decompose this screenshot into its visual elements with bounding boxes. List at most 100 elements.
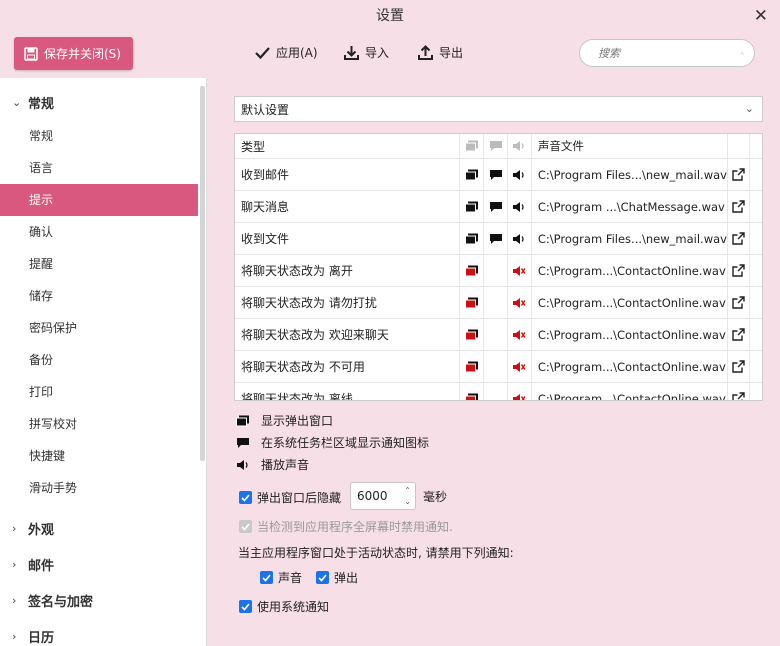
sidebar-group-label: 签名与加密 xyxy=(28,594,94,610)
active-window-label: 当主应用程序窗口处于活动状态时, 请禁用下列通知: xyxy=(238,546,514,560)
checkbox-checked-icon[interactable] xyxy=(316,571,329,584)
row-spacer xyxy=(750,287,762,318)
tray-message-icon[interactable] xyxy=(484,223,508,254)
export-button[interactable]: 导出 xyxy=(418,44,463,61)
sidebar-item-reminders[interactable]: 提醒 xyxy=(0,248,198,280)
popup-window-icon[interactable] xyxy=(460,191,485,222)
table-row[interactable]: 将聊天状态改为 离开 C:\Program...\ContactOnline.wa… xyxy=(235,255,762,287)
legend-tray-label: 在系统任务栏区域显示通知图标 xyxy=(261,436,430,450)
sidebar-item-backup[interactable]: 备份 xyxy=(0,344,198,376)
sound-checkbox[interactable]: 声音 xyxy=(260,569,302,586)
popup-window-icon[interactable] xyxy=(460,223,485,254)
sidebar-group-mail[interactable]: › 邮件 xyxy=(0,546,206,582)
tray-empty-cell[interactable] xyxy=(484,287,508,318)
speaker-muted-icon[interactable] xyxy=(508,319,532,350)
speaker-muted-icon[interactable] xyxy=(508,383,532,400)
checkmark-icon xyxy=(255,47,270,59)
sidebar-item-print[interactable]: 打印 xyxy=(0,376,198,408)
column-header-sound-file[interactable]: 声音文件 xyxy=(532,134,729,158)
popup-disabled-icon[interactable] xyxy=(460,319,485,350)
legend-sound: 播放声音 xyxy=(236,456,309,473)
popup-checkbox[interactable]: 弹出 xyxy=(316,569,358,586)
row-spacer xyxy=(750,255,762,286)
search-icon xyxy=(741,51,744,55)
sidebar-group-calendar[interactable]: › 日历 xyxy=(0,618,206,646)
column-header-type[interactable]: 类型 xyxy=(235,134,461,158)
open-external-icon[interactable] xyxy=(728,351,751,382)
sidebar-item-confirmation[interactable]: 确认 xyxy=(0,216,198,248)
table-row[interactable]: 将聊天状态改为 请勿打扰 C:\Program...\ContactOnline.… xyxy=(235,287,762,319)
open-external-icon[interactable] xyxy=(728,223,751,254)
sidebar-item-shortcuts[interactable]: 快捷键 xyxy=(0,440,198,472)
tray-empty-cell[interactable] xyxy=(484,255,508,286)
checkbox-checked-icon[interactable] xyxy=(239,600,252,613)
download-icon xyxy=(344,46,359,60)
speaker-icon[interactable] xyxy=(508,223,532,254)
sidebar-item-spelling[interactable]: 拼写校对 xyxy=(0,408,198,440)
sidebar-scrollbar[interactable] xyxy=(200,86,205,461)
search-input[interactable] xyxy=(598,46,741,60)
import-button[interactable]: 导入 xyxy=(344,44,389,61)
row-sound-file: C:\Program...\ContactOnline.wav xyxy=(532,351,729,382)
profile-select[interactable]: 默认设置 ⌄ xyxy=(234,96,763,122)
row-spacer xyxy=(750,159,762,190)
tray-empty-cell[interactable] xyxy=(484,383,508,400)
save-and-close-button[interactable]: 保存并关闭(S) xyxy=(14,37,133,70)
speaker-muted-icon[interactable] xyxy=(508,287,532,318)
close-icon[interactable]: ✕ xyxy=(754,6,768,26)
table-row[interactable]: 收到邮件 C:\Program Files...\new_mail.wav xyxy=(235,159,762,191)
open-external-icon[interactable] xyxy=(728,287,751,318)
hide-unit-label: 毫秒 xyxy=(423,490,448,504)
tray-message-icon[interactable] xyxy=(484,191,508,222)
fullscreen-checkbox[interactable]: 当检测到应用程序全屏幕时禁用通知. xyxy=(239,518,453,535)
speaker-icon[interactable] xyxy=(508,159,532,190)
popup-disabled-icon[interactable] xyxy=(460,287,485,318)
popup-window-icon[interactable] xyxy=(460,159,485,190)
table-row[interactable]: 将聊天状态改为 离线 C:\Program...\ContactOnline.wa… xyxy=(235,383,762,400)
tray-message-icon[interactable] xyxy=(484,159,508,190)
open-external-icon[interactable] xyxy=(728,159,751,190)
popup-disabled-icon[interactable] xyxy=(460,255,485,286)
apply-button[interactable]: 应用(A) xyxy=(255,44,318,61)
sidebar-item-storage[interactable]: 储存 xyxy=(0,280,198,312)
hide-delay-value[interactable]: 6000 xyxy=(357,489,388,503)
open-external-icon[interactable] xyxy=(728,255,751,286)
popup-disabled-icon[interactable] xyxy=(460,383,485,400)
stepper-arrows-icon[interactable]: ⌃ ⌄ xyxy=(404,485,411,507)
speaker-icon[interactable] xyxy=(508,191,532,222)
popup-disabled-icon[interactable] xyxy=(460,351,485,382)
open-external-icon[interactable] xyxy=(728,191,751,222)
sidebar-item-notifications[interactable]: 提示 xyxy=(0,184,198,216)
sidebar-group-label: 日历 xyxy=(28,630,55,646)
hide-popup-checkbox[interactable]: 弹出窗口后隐藏 xyxy=(239,489,341,506)
tray-empty-cell[interactable] xyxy=(484,319,508,350)
sidebar-item-general[interactable]: 常规 xyxy=(0,120,198,152)
speaker-muted-icon[interactable] xyxy=(508,255,532,286)
table-row[interactable]: 聊天消息 C:\Program ...\ChatMessage.wav xyxy=(235,191,762,223)
table-row[interactable]: 收到文件 C:\Program Files...\new_mail.wav xyxy=(235,223,762,255)
sidebar-group-appearance[interactable]: › 外观 xyxy=(0,510,206,546)
import-label: 导入 xyxy=(365,46,390,60)
sidebar-item-swipe-gestures[interactable]: 滑动手势 xyxy=(0,472,198,504)
fullscreen-label: 当检测到应用程序全屏幕时禁用通知. xyxy=(257,520,453,534)
search-box[interactable] xyxy=(579,39,755,67)
table-row[interactable]: 将聊天状态改为 欢迎来聊天 C:\Program...\ContactOnline… xyxy=(235,319,762,351)
row-type: 聊天消息 xyxy=(235,191,461,222)
row-spacer xyxy=(750,319,762,350)
sidebar-item-language[interactable]: 语言 xyxy=(0,152,198,184)
checkbox-checked-icon[interactable] xyxy=(260,571,273,584)
save-icon xyxy=(24,46,38,61)
sidebar-group-general[interactable]: ⌄ 常规 xyxy=(0,84,206,120)
save-button-label: 保存并关闭(S) xyxy=(44,47,121,61)
table-row[interactable]: 将聊天状态改为 不可用 C:\Program...\ContactOnline.w… xyxy=(235,351,762,383)
open-external-icon[interactable] xyxy=(728,383,751,400)
checkbox-checked-icon[interactable] xyxy=(239,491,252,504)
sidebar-item-password[interactable]: 密码保护 xyxy=(0,312,198,344)
sidebar-group-signature[interactable]: › 签名与加密 xyxy=(0,582,206,618)
system-notify-checkbox[interactable]: 使用系统通知 xyxy=(239,598,329,615)
hide-delay-stepper[interactable]: 6000 ⌃ ⌄ xyxy=(350,482,416,510)
tray-empty-cell[interactable] xyxy=(484,351,508,382)
row-spacer xyxy=(750,191,762,222)
open-external-icon[interactable] xyxy=(728,319,751,350)
speaker-muted-icon[interactable] xyxy=(508,351,532,382)
